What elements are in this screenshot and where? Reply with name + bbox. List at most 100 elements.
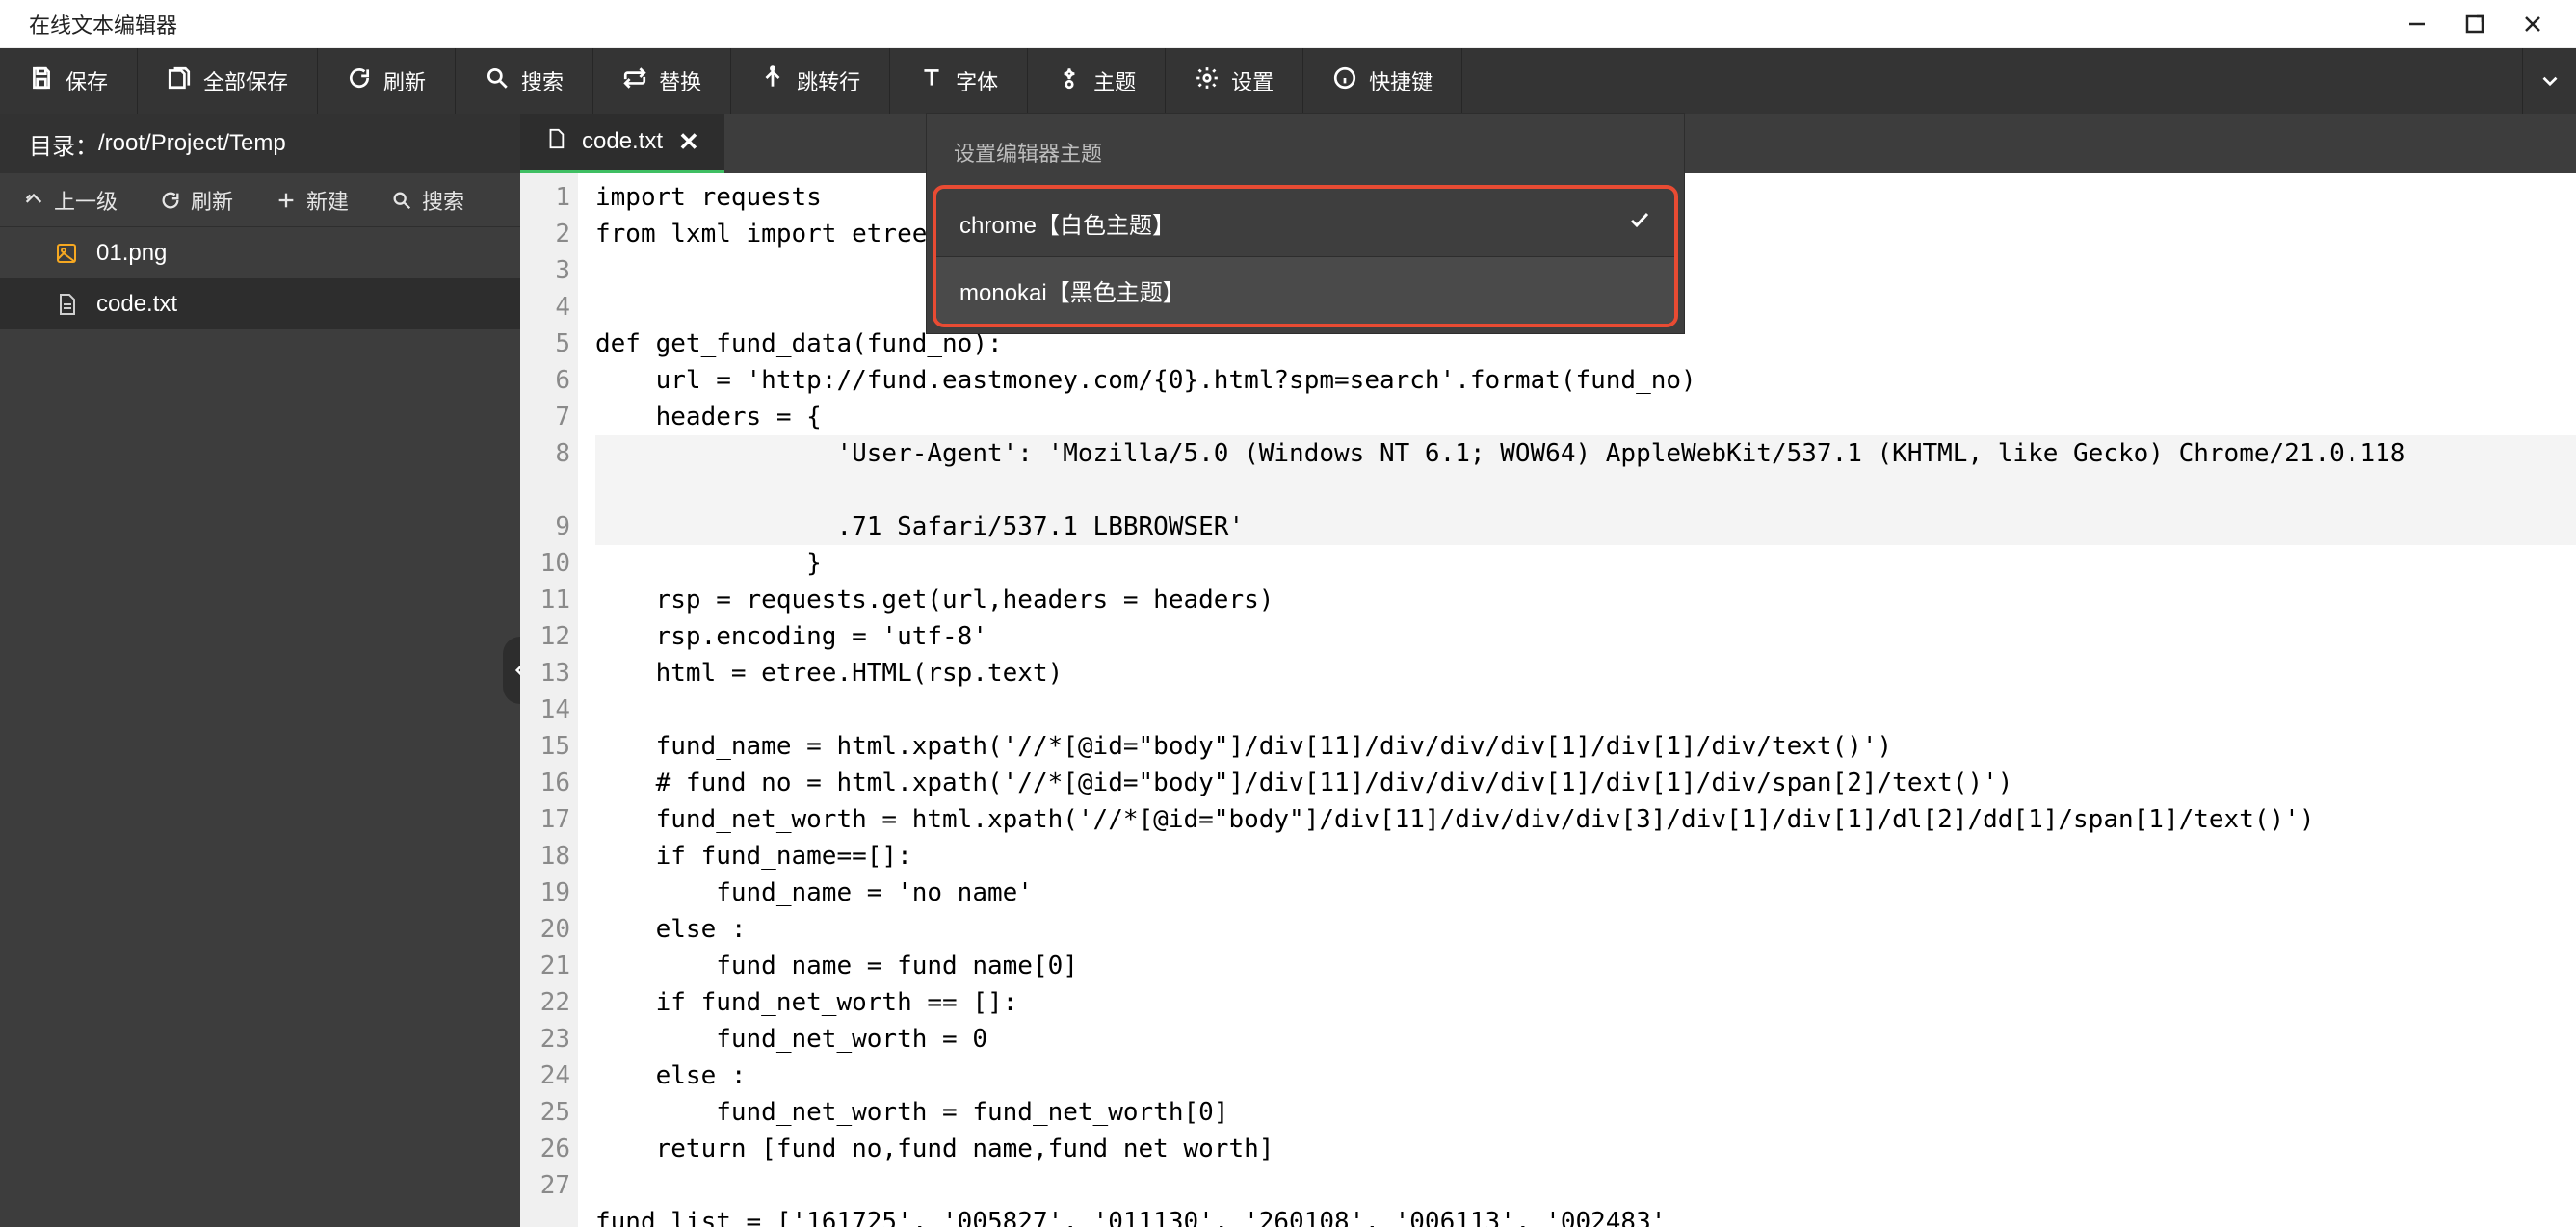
- plus-icon: [276, 190, 297, 211]
- line-number: 27: [520, 1167, 570, 1204]
- line-number: 3: [520, 252, 570, 289]
- line-number: 7: [520, 399, 570, 435]
- code-line[interactable]: 'User-Agent': 'Mozilla/5.0 (Windows NT 6…: [595, 435, 2576, 509]
- toolbar-more-button[interactable]: [2522, 48, 2576, 114]
- code-line[interactable]: rsp.encoding = 'utf-8': [595, 618, 2576, 655]
- code-line[interactable]: fund_net_worth = fund_net_worth[0]: [595, 1094, 2576, 1131]
- code-line[interactable]: else :: [595, 1057, 2576, 1094]
- sidebar-search-label: 搜索: [422, 185, 464, 216]
- font-button[interactable]: 字体: [890, 48, 1028, 114]
- text-file-icon: [54, 292, 79, 317]
- theme-popup-title: 设置编辑器主题: [927, 114, 1684, 191]
- theme-button[interactable]: 主题: [1028, 48, 1166, 114]
- save-all-button[interactable]: 全部保存: [138, 48, 318, 114]
- tab-close-button[interactable]: ✕: [678, 127, 699, 157]
- search-button[interactable]: 搜索: [456, 48, 593, 114]
- font-label: 字体: [956, 65, 998, 96]
- file-name: 01.png: [96, 240, 167, 267]
- code-line[interactable]: return [fund_no,fund_name,fund_net_worth…: [595, 1131, 2576, 1167]
- search-label: 搜索: [521, 65, 564, 96]
- line-number: 19: [520, 875, 570, 911]
- app-title: 在线文本编辑器: [29, 9, 177, 39]
- line-number: 13: [520, 655, 570, 692]
- code-line[interactable]: else :: [595, 911, 2576, 948]
- file-row[interactable]: 01.png: [0, 227, 520, 278]
- code-line[interactable]: [595, 1167, 2576, 1204]
- search-icon: [485, 65, 510, 96]
- refresh-button[interactable]: 刷新: [318, 48, 456, 114]
- code-line[interactable]: fund_net_worth = 0: [595, 1021, 2576, 1057]
- code-line[interactable]: fund_name = html.xpath('//*[@id="body"]/…: [595, 728, 2576, 765]
- editor-tab[interactable]: code.txt ✕: [520, 114, 724, 173]
- sidebar-new-button[interactable]: 新建: [276, 185, 349, 216]
- refresh-icon: [160, 190, 181, 211]
- code-line[interactable]: fund_name = 'no name': [595, 875, 2576, 911]
- theme-option-label: chrome【白色主题】: [959, 206, 1175, 240]
- theme-option[interactable]: monokai【黑色主题】: [936, 256, 1674, 324]
- file-name: code.txt: [96, 291, 177, 318]
- line-number: 20: [520, 911, 570, 948]
- sidebar: 目录： /root/Project/Temp 上一级 刷新 新建 搜索 01.p…: [0, 114, 520, 1227]
- line-number: 12: [520, 618, 570, 655]
- shortcuts-button[interactable]: 快捷键: [1303, 48, 1462, 114]
- line-number: 15: [520, 728, 570, 765]
- sidebar-refresh-button[interactable]: 刷新: [160, 185, 233, 216]
- save-all-label: 全部保存: [203, 65, 288, 96]
- code-line[interactable]: [595, 692, 2576, 728]
- settings-button[interactable]: 设置: [1166, 48, 1303, 114]
- save-icon: [29, 65, 54, 96]
- line-number: 9: [520, 509, 570, 545]
- line-number: 21: [520, 948, 570, 984]
- line-number: 11: [520, 582, 570, 618]
- dir-path: /root/Project/Temp: [98, 130, 286, 157]
- code-line[interactable]: if fund_name==[]:: [595, 838, 2576, 875]
- close-button[interactable]: [2518, 10, 2547, 39]
- save-label: 保存: [66, 65, 108, 96]
- replace-icon: [622, 65, 647, 96]
- code-line[interactable]: url = 'http://fund.eastmoney.com/{0}.htm…: [595, 362, 2576, 399]
- search-icon: [391, 190, 412, 211]
- replace-button[interactable]: 替换: [593, 48, 731, 114]
- titlebar: 在线文本编辑器: [0, 0, 2576, 48]
- sidebar-up-label: 上一级: [54, 185, 118, 216]
- tab-label: code.txt: [582, 128, 663, 155]
- line-number: 18: [520, 838, 570, 875]
- code-line[interactable]: rsp = requests.get(url,headers = headers…: [595, 582, 2576, 618]
- code-line[interactable]: if fund_net_worth == []:: [595, 984, 2576, 1021]
- line-number: 22: [520, 984, 570, 1021]
- sidebar-toolbar: 上一级 刷新 新建 搜索: [0, 173, 520, 227]
- code-line[interactable]: fund_name = fund_name[0]: [595, 948, 2576, 984]
- goto-icon: [760, 65, 785, 96]
- code-line[interactable]: html = etree.HTML(rsp.text): [595, 655, 2576, 692]
- file-list: 01.png code.txt: [0, 227, 520, 1227]
- minimize-button[interactable]: [2403, 10, 2431, 39]
- file-row[interactable]: code.txt: [0, 278, 520, 329]
- sidebar-up-button[interactable]: 上一级: [23, 185, 118, 216]
- line-number: 8: [520, 435, 570, 509]
- chevron-down-icon: [2537, 68, 2563, 93]
- code-line[interactable]: fund_net_worth = html.xpath('//*[@id="bo…: [595, 801, 2576, 838]
- line-number: 26: [520, 1131, 570, 1167]
- line-gutter: 1234567891011121314151617181920212223242…: [520, 173, 578, 1227]
- refresh-icon: [347, 65, 372, 96]
- line-number: 25: [520, 1094, 570, 1131]
- sidebar-search-button[interactable]: 搜索: [391, 185, 464, 216]
- line-number: 4: [520, 289, 570, 326]
- up-icon: [23, 190, 44, 211]
- line-number: 23: [520, 1021, 570, 1057]
- code-line[interactable]: # fund_no = html.xpath('//*[@id="body"]/…: [595, 765, 2576, 801]
- line-number: 14: [520, 692, 570, 728]
- editor-pane: code.txt✕ 123456789101112131415161718192…: [520, 114, 2576, 1227]
- code-line[interactable]: }: [595, 545, 2576, 582]
- code-line[interactable]: fund_list = ['161725', '005827', '011130…: [595, 1204, 2576, 1227]
- theme-option[interactable]: chrome【白色主题】: [936, 189, 1674, 256]
- maximize-button[interactable]: [2460, 10, 2489, 39]
- goto-line-button[interactable]: 跳转行: [731, 48, 890, 114]
- theme-popup-list: chrome【白色主题】 monokai【黑色主题】: [933, 185, 1678, 327]
- dir-label: 目录：: [29, 127, 98, 161]
- code-line[interactable]: headers = {: [595, 399, 2576, 435]
- line-number: 5: [520, 326, 570, 362]
- line-number: 1: [520, 179, 570, 216]
- code-line-wrap[interactable]: .71 Safari/537.1 LBBROWSER': [595, 509, 2576, 545]
- save-button[interactable]: 保存: [0, 48, 138, 114]
